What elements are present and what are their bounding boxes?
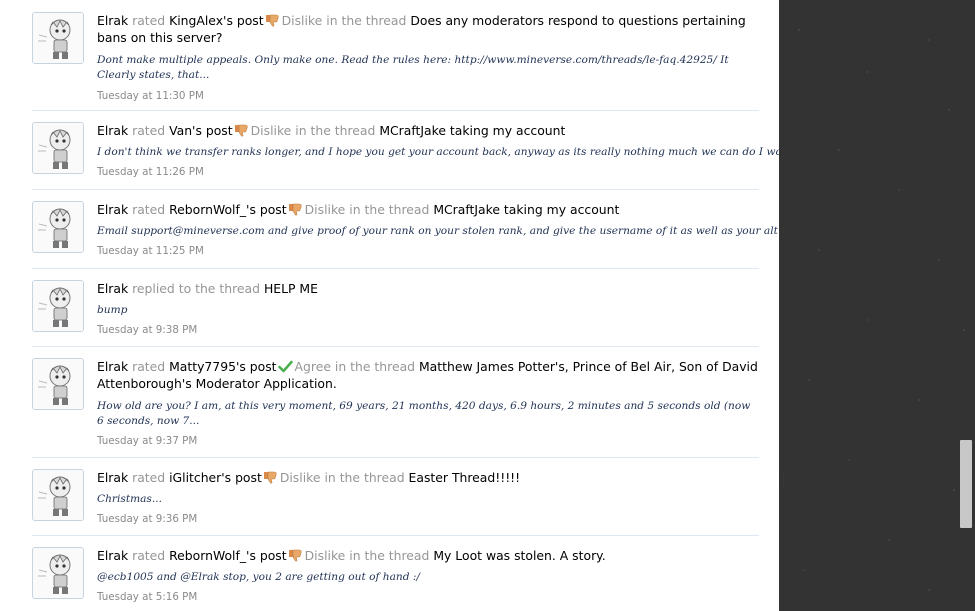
background-texture (783, 29, 965, 591)
avatar-image (33, 359, 83, 409)
user-link[interactable]: Elrak (97, 13, 128, 28)
avatar-image (33, 202, 83, 252)
list-item: Elrak rated KingAlex's post Dislike in th… (32, 0, 759, 111)
activity-headline: Elrak rated KingAlex's post Dislike in th… (97, 12, 759, 46)
avatar-image (33, 548, 83, 598)
user-link[interactable]: Elrak (97, 470, 128, 485)
activity-headline: Elrak rated RebornWolf_'s post Dislike in… (97, 201, 759, 218)
timestamp[interactable]: Tuesday at 11:25 PM (97, 245, 759, 257)
timestamp[interactable]: Tuesday at 11:26 PM (97, 166, 759, 178)
in-thread-text: in the thread (334, 359, 416, 374)
thread-link[interactable]: HELP ME (264, 281, 318, 296)
post-snippet: Dont make multiple appeals. Only make on… (97, 54, 729, 81)
scrollbar-thumb[interactable] (960, 440, 972, 528)
thread-link[interactable]: MCraftJake taking my account (379, 123, 565, 138)
post-link[interactable]: RebornWolf_'s post (169, 202, 287, 217)
timestamp[interactable]: Tuesday at 9:38 PM (97, 324, 759, 336)
rating-label: Dislike (279, 470, 321, 485)
user-link[interactable]: Elrak (97, 359, 128, 374)
avatar-image (33, 13, 83, 63)
rating-label: Dislike (304, 202, 346, 217)
post-link[interactable]: KingAlex's post (169, 13, 264, 28)
user-link[interactable]: Elrak (97, 281, 128, 296)
timestamp[interactable]: Tuesday at 9:36 PM (97, 513, 759, 525)
thumbs-down-icon (265, 14, 280, 27)
in-thread-text: in the thread (295, 123, 376, 138)
in-thread-text: in the thread (324, 470, 405, 485)
activity-headline: Elrak rated Van's post Dislike in the thr… (97, 122, 759, 139)
post-link[interactable]: Van's post (169, 123, 233, 138)
post-link[interactable]: Matty7795's post (169, 359, 276, 374)
list-item: Elrak rated iGlitcher's post Dislike in t… (32, 458, 759, 536)
rating-label: Dislike (304, 548, 346, 563)
rating-label: Dislike (281, 13, 323, 28)
list-item: Elrak rated Matty7795's post Agree in the… (32, 347, 759, 458)
list-item: Elrak rated RebornWolf_'s post Dislike in… (32, 536, 759, 611)
avatar[interactable] (32, 12, 84, 64)
avatar[interactable] (32, 201, 84, 253)
thumbs-down-icon (288, 203, 303, 216)
avatar[interactable] (32, 280, 84, 332)
post-snippet: Christmas... (97, 493, 162, 505)
thumbs-down-icon (263, 471, 278, 484)
activity-headline: Elrak rated Matty7795's post Agree in the… (97, 358, 759, 392)
action-verb: replied to the thread (132, 281, 260, 296)
avatar[interactable] (32, 469, 84, 521)
avatar[interactable] (32, 122, 84, 174)
thread-link[interactable]: Easter Thread!!!!! (409, 470, 521, 485)
user-link[interactable]: Elrak (97, 548, 128, 563)
post-snippet: bump (97, 304, 128, 316)
in-thread-text: in the thread (326, 13, 407, 28)
action-verb: rated (132, 470, 166, 485)
in-thread-text: in the thread (349, 548, 430, 563)
thumbs-down-icon (234, 124, 249, 137)
avatar[interactable] (32, 358, 84, 410)
action-verb: rated (132, 123, 166, 138)
checkmark-icon (277, 360, 293, 373)
rating-label: Agree (294, 359, 331, 374)
rating-label: Dislike (250, 123, 292, 138)
post-snippet: I don't think we transfer ranks longer, … (97, 146, 779, 158)
list-item: Elrak replied to the thread HELP ME bump… (32, 269, 759, 347)
page-background-right (779, 0, 975, 611)
content-area: Elrak rated KingAlex's post Dislike in th… (0, 0, 779, 611)
action-verb: rated (132, 202, 166, 217)
activity-feed: Elrak rated KingAlex's post Dislike in th… (32, 0, 779, 611)
post-snippet: Email support@mineverse.com and give pro… (97, 225, 779, 237)
action-verb: rated (132, 359, 166, 374)
user-link[interactable]: Elrak (97, 202, 128, 217)
avatar-image (33, 470, 83, 520)
avatar-image (33, 281, 83, 331)
thread-link[interactable]: MCraftJake taking my account (433, 202, 619, 217)
post-link[interactable]: iGlitcher's post (169, 470, 262, 485)
post-snippet: How old are you? I am, at this very mome… (97, 400, 751, 427)
timestamp[interactable]: Tuesday at 11:30 PM (97, 90, 759, 102)
timestamp[interactable]: Tuesday at 5:16 PM (97, 591, 759, 603)
thumbs-down-icon (288, 549, 303, 562)
post-snippet: @ecb1005 and @Elrak stop, you 2 are gett… (97, 571, 421, 583)
thread-link[interactable]: My Loot was stolen. A story. (433, 548, 605, 563)
action-verb: rated (132, 548, 166, 563)
activity-headline: Elrak rated RebornWolf_'s post Dislike in… (97, 547, 759, 564)
list-item: Elrak rated Van's post Dislike in the thr… (32, 111, 779, 190)
in-thread-text: in the thread (349, 202, 430, 217)
activity-headline: Elrak replied to the thread HELP ME (97, 280, 759, 297)
list-item: Elrak rated RebornWolf_'s post Dislike in… (32, 190, 779, 269)
post-link[interactable]: RebornWolf_'s post (169, 548, 287, 563)
timestamp[interactable]: Tuesday at 9:37 PM (97, 435, 759, 447)
avatar-image (33, 123, 83, 173)
user-link[interactable]: Elrak (97, 123, 128, 138)
activity-headline: Elrak rated iGlitcher's post Dislike in t… (97, 469, 759, 486)
avatar[interactable] (32, 547, 84, 599)
action-verb: rated (132, 13, 166, 28)
